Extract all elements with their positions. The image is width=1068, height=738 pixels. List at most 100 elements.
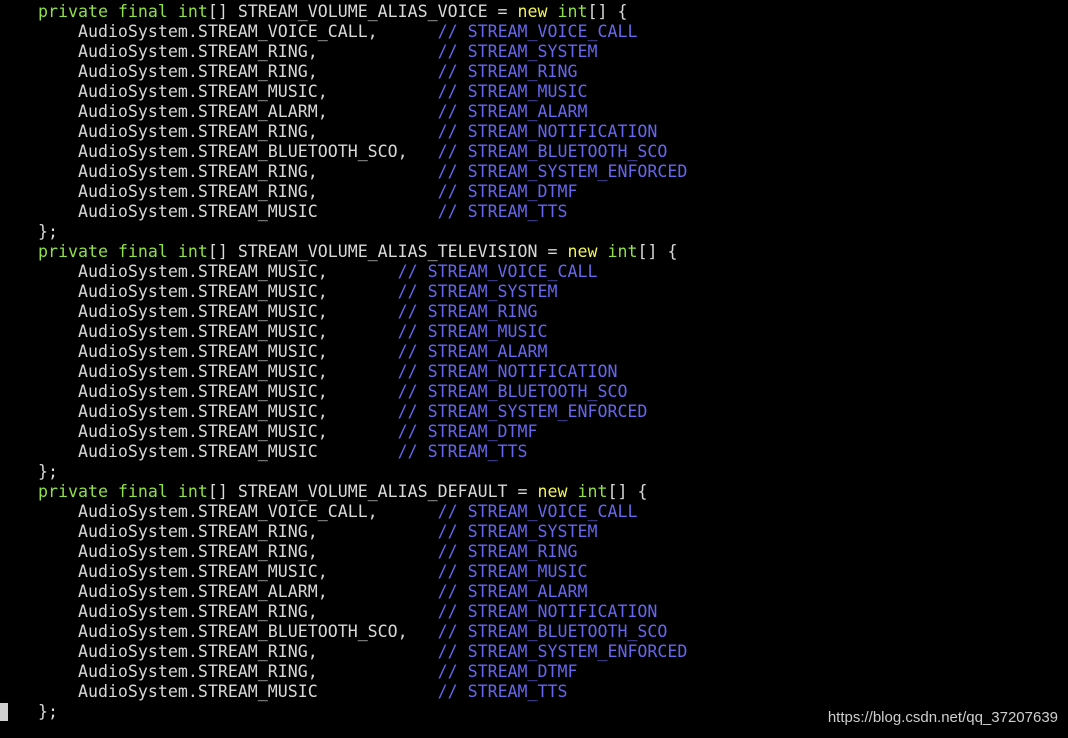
code-comment: // STREAM_BLUETOOTH_SCO bbox=[397, 382, 628, 401]
code-text: AudioSystem.STREAM_MUSIC, bbox=[38, 362, 398, 381]
code-keyword: private final int bbox=[38, 482, 208, 501]
code-line: private final int[] STREAM_VOLUME_ALIAS_… bbox=[38, 482, 687, 502]
code-line: AudioSystem.STREAM_MUSIC, // STREAM_BLUE… bbox=[38, 382, 687, 402]
code-text: AudioSystem.STREAM_RING, bbox=[38, 122, 438, 141]
code-text: }; bbox=[38, 702, 58, 721]
code-text: [] { bbox=[637, 242, 678, 261]
code-comment: // STREAM_BLUETOOTH_SCO bbox=[437, 622, 668, 641]
code-text: AudioSystem.STREAM_MUSIC, bbox=[38, 302, 398, 321]
code-comment: // STREAM_SYSTEM bbox=[437, 42, 598, 61]
code-comment: // STREAM_DTMF bbox=[437, 662, 578, 681]
code-comment: // STREAM_TTS bbox=[437, 682, 568, 701]
code-line: AudioSystem.STREAM_MUSIC // STREAM_TTS bbox=[38, 682, 687, 702]
code-keyword-new: new bbox=[537, 482, 568, 501]
code-comment: // STREAM_SYSTEM_ENFORCED bbox=[397, 402, 648, 421]
code-line: AudioSystem.STREAM_RING, // STREAM_RING bbox=[38, 62, 687, 82]
code-line: AudioSystem.STREAM_MUSIC, // STREAM_MUSI… bbox=[38, 322, 687, 342]
code-view[interactable]: private final int[] STREAM_VOLUME_ALIAS_… bbox=[38, 2, 687, 722]
code-line: AudioSystem.STREAM_RING, // STREAM_RING bbox=[38, 542, 687, 562]
code-comment: // STREAM_NOTIFICATION bbox=[397, 362, 618, 381]
code-comment: // STREAM_VOICE_CALL bbox=[437, 22, 638, 41]
code-line: AudioSystem.STREAM_MUSIC, // STREAM_RING bbox=[38, 302, 687, 322]
code-text: AudioSystem.STREAM_MUSIC, bbox=[38, 322, 398, 341]
code-text: AudioSystem.STREAM_MUSIC, bbox=[38, 562, 438, 581]
code-line: AudioSystem.STREAM_RING, // STREAM_DTMF bbox=[38, 182, 687, 202]
code-line: AudioSystem.STREAM_MUSIC, // STREAM_SYST… bbox=[38, 282, 687, 302]
code-text: AudioSystem.STREAM_RING, bbox=[38, 522, 438, 541]
code-comment: // STREAM_ALARM bbox=[437, 102, 588, 121]
code-text: }; bbox=[38, 462, 58, 481]
code-text: AudioSystem.STREAM_MUSIC, bbox=[38, 402, 398, 421]
code-text: AudioSystem.STREAM_RING, bbox=[38, 62, 438, 81]
code-keyword: private final int bbox=[38, 2, 208, 21]
code-comment: // STREAM_SYSTEM bbox=[397, 282, 558, 301]
code-line: AudioSystem.STREAM_MUSIC, // STREAM_VOIC… bbox=[38, 262, 687, 282]
code-text: AudioSystem.STREAM_MUSIC, bbox=[38, 82, 438, 101]
code-text: AudioSystem.STREAM_BLUETOOTH_SCO, bbox=[38, 622, 438, 641]
code-comment: // STREAM_SYSTEM_ENFORCED bbox=[437, 642, 688, 661]
code-comment: // STREAM_ALARM bbox=[437, 582, 588, 601]
code-line: AudioSystem.STREAM_MUSIC, // STREAM_ALAR… bbox=[38, 342, 687, 362]
code-text: AudioSystem.STREAM_RING, bbox=[38, 642, 438, 661]
code-comment: // STREAM_VOICE_CALL bbox=[437, 502, 638, 521]
code-text: AudioSystem.STREAM_RING, bbox=[38, 662, 438, 681]
code-text: AudioSystem.STREAM_MUSIC bbox=[38, 202, 438, 221]
code-text: AudioSystem.STREAM_VOICE_CALL, bbox=[38, 22, 438, 41]
code-line: private final int[] STREAM_VOLUME_ALIAS_… bbox=[38, 2, 687, 22]
code-text: AudioSystem.STREAM_RING, bbox=[38, 602, 438, 621]
code-comment: // STREAM_RING bbox=[397, 302, 538, 321]
code-text: AudioSystem.STREAM_ALARM, bbox=[38, 102, 438, 121]
code-line: AudioSystem.STREAM_MUSIC, // STREAM_SYST… bbox=[38, 402, 687, 422]
code-line: }; bbox=[38, 462, 687, 482]
code-text: AudioSystem.STREAM_RING, bbox=[38, 162, 438, 181]
code-line: AudioSystem.STREAM_MUSIC // STREAM_TTS bbox=[38, 202, 687, 222]
code-comment: // STREAM_DTMF bbox=[397, 422, 538, 441]
code-text: AudioSystem.STREAM_RING, bbox=[38, 42, 438, 61]
code-line: AudioSystem.STREAM_RING, // STREAM_DTMF bbox=[38, 662, 687, 682]
code-comment: // STREAM_BLUETOOTH_SCO bbox=[437, 142, 668, 161]
code-keyword-new: new bbox=[517, 2, 548, 21]
code-line: }; bbox=[38, 702, 687, 722]
code-line: AudioSystem.STREAM_RING, // STREAM_NOTIF… bbox=[38, 602, 687, 622]
code-comment: // STREAM_TTS bbox=[437, 202, 568, 221]
code-line: AudioSystem.STREAM_BLUETOOTH_SCO, // STR… bbox=[38, 142, 687, 162]
code-comment: // STREAM_ALARM bbox=[397, 342, 548, 361]
code-line: AudioSystem.STREAM_MUSIC, // STREAM_NOTI… bbox=[38, 362, 687, 382]
code-line: AudioSystem.STREAM_ALARM, // STREAM_ALAR… bbox=[38, 582, 687, 602]
code-comment: // STREAM_RING bbox=[437, 542, 578, 561]
code-line: AudioSystem.STREAM_MUSIC // STREAM_TTS bbox=[38, 442, 687, 462]
code-text: [] STREAM_VOLUME_ALIAS_DEFAULT = bbox=[207, 482, 538, 501]
watermark-url: https://blog.csdn.net/qq_37207639 bbox=[827, 709, 1058, 726]
code-comment: // STREAM_MUSIC bbox=[397, 322, 548, 341]
code-text: AudioSystem.STREAM_ALARM, bbox=[38, 582, 438, 601]
code-comment: // STREAM_MUSIC bbox=[437, 82, 588, 101]
code-text: AudioSystem.STREAM_MUSIC bbox=[38, 442, 398, 461]
code-text: AudioSystem.STREAM_MUSIC, bbox=[38, 382, 398, 401]
code-line: AudioSystem.STREAM_RING, // STREAM_SYSTE… bbox=[38, 162, 687, 182]
code-text: AudioSystem.STREAM_MUSIC, bbox=[38, 282, 398, 301]
code-line: AudioSystem.STREAM_RING, // STREAM_SYSTE… bbox=[38, 42, 687, 62]
terminal-window[interactable]: private final int[] STREAM_VOLUME_ALIAS_… bbox=[0, 0, 1068, 738]
code-text: AudioSystem.STREAM_MUSIC bbox=[38, 682, 438, 701]
code-text: AudioSystem.STREAM_BLUETOOTH_SCO, bbox=[38, 142, 438, 161]
code-text: [] { bbox=[587, 2, 628, 21]
text-cursor bbox=[0, 703, 8, 721]
code-keyword: int bbox=[557, 2, 588, 21]
code-comment: // STREAM_SYSTEM_ENFORCED bbox=[437, 162, 688, 181]
code-text: AudioSystem.STREAM_VOICE_CALL, bbox=[38, 502, 438, 521]
code-text: AudioSystem.STREAM_RING, bbox=[38, 542, 438, 561]
code-keyword: int bbox=[607, 242, 638, 261]
code-line: AudioSystem.STREAM_RING, // STREAM_NOTIF… bbox=[38, 122, 687, 142]
code-line: }; bbox=[38, 222, 687, 242]
code-line: AudioSystem.STREAM_VOICE_CALL, // STREAM… bbox=[38, 22, 687, 42]
code-text: AudioSystem.STREAM_RING, bbox=[38, 182, 438, 201]
code-comment: // STREAM_TTS bbox=[397, 442, 528, 461]
code-line: AudioSystem.STREAM_RING, // STREAM_SYSTE… bbox=[38, 522, 687, 542]
code-text: [] STREAM_VOLUME_ALIAS_TELEVISION = bbox=[207, 242, 568, 261]
code-line: AudioSystem.STREAM_MUSIC, // STREAM_MUSI… bbox=[38, 562, 687, 582]
code-text: AudioSystem.STREAM_MUSIC, bbox=[38, 262, 398, 281]
code-text: AudioSystem.STREAM_MUSIC, bbox=[38, 422, 398, 441]
code-line: AudioSystem.STREAM_VOICE_CALL, // STREAM… bbox=[38, 502, 687, 522]
code-text: AudioSystem.STREAM_MUSIC, bbox=[38, 342, 398, 361]
